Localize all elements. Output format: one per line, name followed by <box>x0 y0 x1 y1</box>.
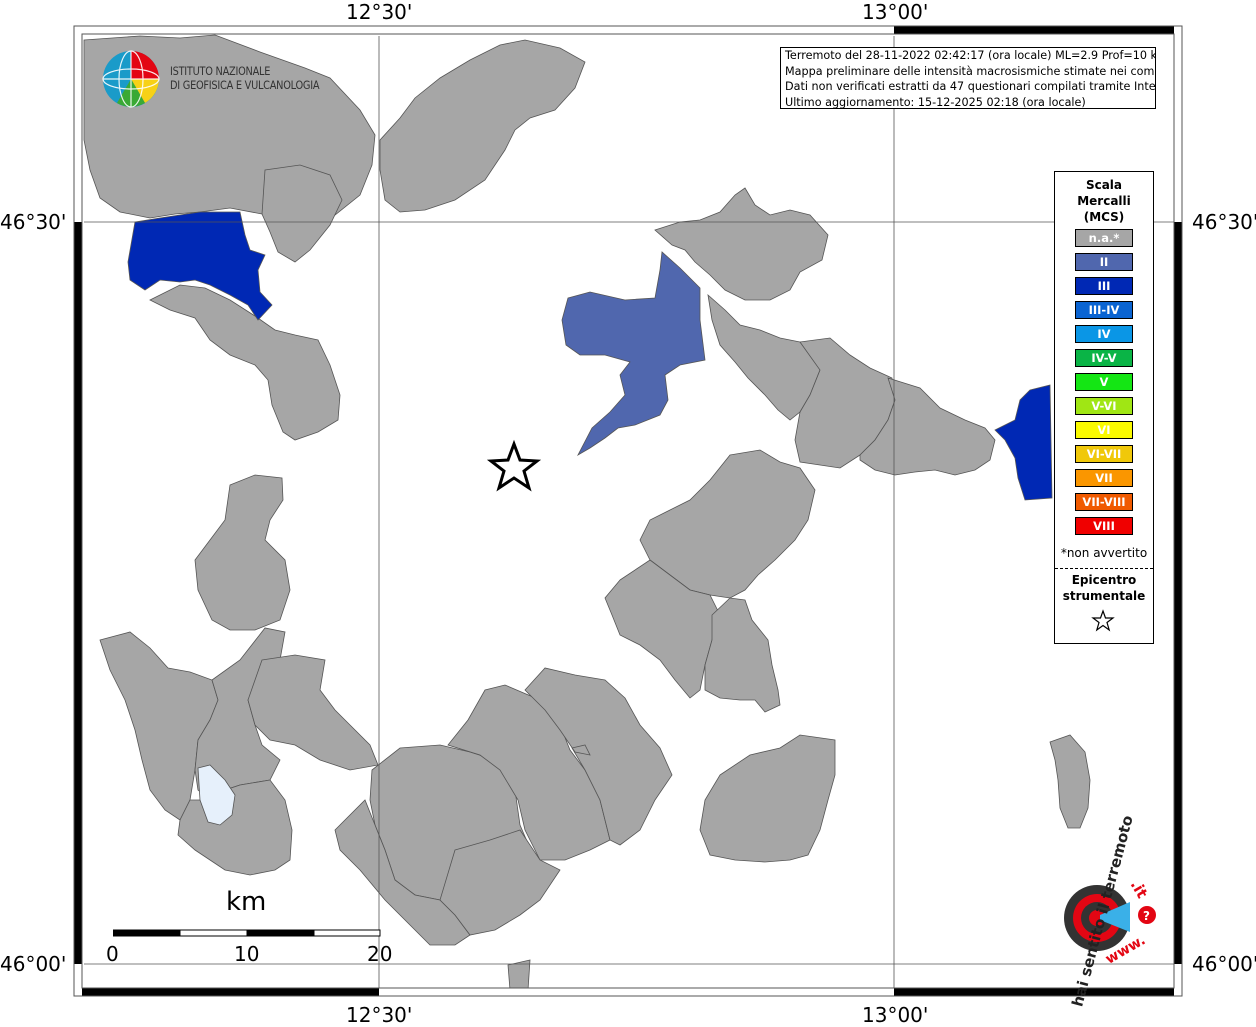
scale-tick-0: 0 <box>106 942 119 966</box>
lat-label-left-1: 46°30' <box>0 210 67 234</box>
event-info-line4: Ultimo aggiornamento: 15-12-2025 02:18 (… <box>785 95 1086 109</box>
legend-title: Scala Mercalli (MCS) <box>1055 177 1153 225</box>
event-info-line2: Mappa preliminare delle intensità macros… <box>785 64 1156 78</box>
legend-divider <box>1055 568 1153 569</box>
legend-item: n.a.* <box>1075 229 1133 247</box>
lat-label-right-1: 46°30' <box>1192 210 1256 234</box>
scale-bar <box>113 929 381 937</box>
legend-item: III <box>1075 277 1133 295</box>
legend-item: IV-V <box>1075 349 1133 367</box>
legend-epicenter-line1: Epicentro <box>1071 573 1137 587</box>
legend-title-line3: (MCS) <box>1083 210 1125 224</box>
scale-tick-10: 10 <box>234 942 260 966</box>
event-info-box: Terremoto del 28-11-2022 02:42:17 (ora l… <box>780 47 1156 109</box>
mcs-legend: Scala Mercalli (MCS) n.a.* II III III-IV IV I… <box>1054 171 1154 644</box>
municipality-na <box>261 164 343 263</box>
scale-unit: km <box>226 887 267 917</box>
haisentito-text: hai sentito il terremoto .it www. <box>1032 813 1162 1008</box>
municipality-na <box>1049 734 1091 829</box>
municipality-na <box>704 597 781 713</box>
legend-epicenter-line2: strumentale <box>1062 589 1146 603</box>
legend-note: *non avvertito <box>1060 546 1148 560</box>
legend-item: VII-VIII <box>1075 493 1133 511</box>
municipality-intensity-ii <box>561 251 706 457</box>
event-info-line3: Dati non verificati estratti da 47 quest… <box>785 80 1156 93</box>
municipality-na <box>379 39 586 213</box>
legend-item: IV <box>1075 325 1133 343</box>
legend-item: VII <box>1075 469 1133 487</box>
municipality-intensity-iii <box>994 384 1053 501</box>
municipality-na <box>177 779 293 876</box>
ingv-globe-icon <box>102 50 160 108</box>
legend-title-line2: Mercalli <box>1077 194 1131 208</box>
lon-label-bottom-1: 12°30' <box>346 1003 413 1027</box>
lon-label-top-2: 13°00' <box>862 0 929 24</box>
lon-label-bottom-2: 13°00' <box>862 1003 929 1027</box>
lat-label-left-2: 46°00' <box>0 952 67 976</box>
legend-title-line1: Scala <box>1085 178 1123 192</box>
municipality-na <box>149 284 341 441</box>
legend-star-icon <box>1091 609 1115 632</box>
scale-tick-20: 20 <box>367 942 393 966</box>
legend-item: VI <box>1075 421 1133 439</box>
municipality-na <box>507 959 531 991</box>
legend-item: V-VI <box>1075 397 1133 415</box>
ingv-name: ISTITUTO NAZIONALE DI GEOFISICA E VULCAN… <box>170 64 320 92</box>
ingv-name-line2: DI GEOFISICA E VULCANOLOGIA <box>170 78 320 92</box>
haisentito-it: .it <box>1126 876 1152 902</box>
municipality-na <box>699 734 836 863</box>
lon-label-top-1: 12°30' <box>346 0 413 24</box>
epicenter-star-icon <box>486 439 542 492</box>
legend-item: III-IV <box>1075 301 1133 319</box>
municipality-na <box>707 293 821 421</box>
legend-item: VI-VII <box>1075 445 1133 463</box>
event-info-line1: Terremoto del 28-11-2022 02:42:17 (ora l… <box>785 49 1156 62</box>
ingv-name-line1: ISTITUTO NAZIONALE <box>170 64 271 78</box>
municipality-na <box>194 474 291 631</box>
municipalities-na <box>83 34 1091 991</box>
lat-label-right-2: 46°00' <box>1192 952 1256 976</box>
legend-epicenter-label: Epicentro strumentale <box>1055 572 1153 604</box>
legend-item: V <box>1075 373 1133 391</box>
legend-item: VIII <box>1075 517 1133 535</box>
legend-item: II <box>1075 253 1133 271</box>
haisentito-www: www. <box>1102 932 1149 968</box>
